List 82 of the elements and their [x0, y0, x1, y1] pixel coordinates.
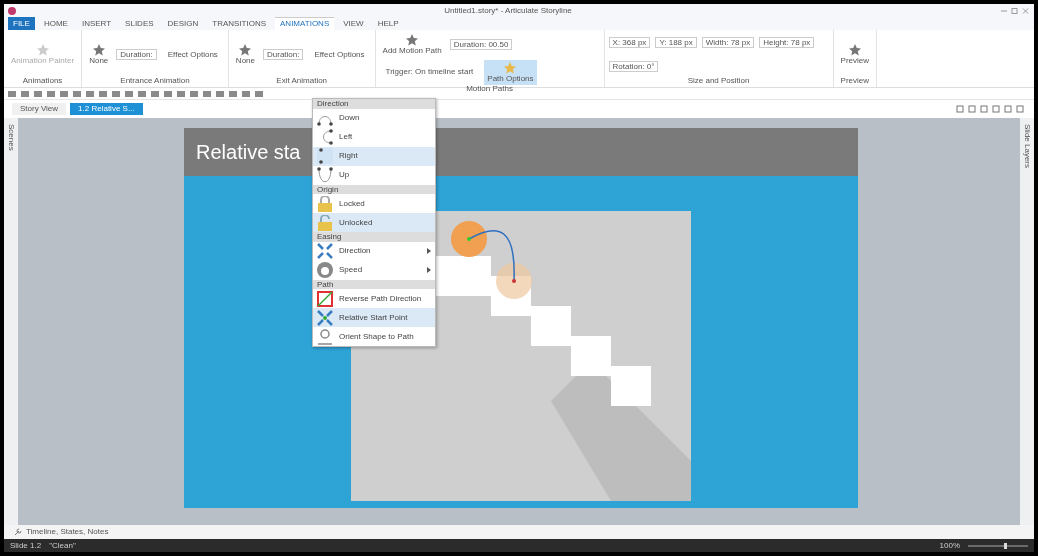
menu-item[interactable]: Down: [313, 108, 435, 128]
zoom-level: 100%: [939, 539, 960, 552]
ribbon-button[interactable]: None: [86, 42, 112, 67]
group-label: Animations: [21, 77, 64, 87]
ribbon-tab[interactable]: FILE: [8, 17, 35, 30]
spin-field[interactable]: Duration:: [263, 48, 304, 61]
app-logo-icon: [8, 6, 16, 15]
ribbon-tab[interactable]: INSERT: [76, 17, 117, 30]
group-label: Size and Position: [686, 77, 751, 87]
formatting-toolbar-icon: [8, 89, 263, 98]
menu-item[interactable]: Speed: [313, 260, 435, 280]
dropdown-button[interactable]: Trigger: On timeline start: [379, 66, 480, 78]
group-label: Preview: [839, 77, 870, 87]
spin-field[interactable]: Height: 78 px: [759, 36, 815, 49]
menu-item[interactable]: Orient Shape to Path: [313, 327, 435, 347]
wrench-icon: [14, 528, 22, 536]
menu-section-header: Path: [313, 279, 435, 290]
orient-shape-icon: [317, 328, 333, 345]
star-icon: [91, 43, 106, 58]
star-icon: [35, 43, 50, 58]
gauge-icon: [317, 262, 333, 279]
menu-item[interactable]: Unlocked: [313, 213, 435, 233]
menu-item[interactable]: Direction: [313, 241, 435, 261]
menu-section-header: Origin: [313, 184, 435, 195]
menu-section-header: Direction: [313, 99, 435, 109]
menu-item[interactable]: Right: [313, 146, 435, 166]
menu-item-label: Relative Start Point: [339, 311, 409, 324]
star-icon: [503, 60, 518, 75]
reverse-path-icon: [317, 290, 333, 307]
zoom-slider-icon: [968, 542, 1028, 549]
ribbon-tab[interactable]: VIEW: [338, 17, 369, 30]
spin-field[interactable]: X: 368 px: [608, 36, 651, 49]
group-label: Exit Animation: [275, 77, 329, 87]
window-title: Untitled1.story* - Articulate Storyline: [443, 4, 573, 17]
menu-item-label: Left: [339, 131, 354, 144]
window-controls-icon: [1000, 7, 1030, 14]
status-theme: "Clean": [49, 539, 76, 552]
ribbon-tab[interactable]: TRANSITIONS: [207, 17, 272, 30]
padlock-icon: [317, 214, 333, 231]
path-dots-icon: [317, 148, 333, 165]
menu-item[interactable]: Reverse Path Direction: [313, 289, 435, 309]
ribbon-button[interactable]: None: [232, 42, 258, 67]
path-dots-icon: [317, 167, 333, 184]
padlock-icon: [317, 195, 333, 212]
dropdown-button[interactable]: Effect Options: [161, 48, 224, 61]
ribbon-tab[interactable]: HOME: [38, 17, 73, 30]
view-toolbar-icon: [956, 105, 1026, 113]
ribbon-tab[interactable]: SLIDES: [120, 17, 159, 30]
four-arrows-icon: [317, 309, 333, 326]
spin-field[interactable]: Width: 78 px: [701, 36, 755, 49]
menu-item[interactable]: Relative Start Point: [313, 308, 435, 328]
timeline-label[interactable]: Timeline, States, Notes: [26, 526, 109, 538]
ribbon-tab[interactable]: ANIMATIONS: [275, 17, 335, 30]
status-slide: Slide 1.2: [10, 539, 42, 552]
menu-item[interactable]: Left: [313, 127, 435, 147]
spin-field[interactable]: Rotation: 0°: [608, 60, 659, 73]
menu-item-label: Direction: [339, 245, 372, 258]
document-tab[interactable]: Story View: [12, 102, 67, 116]
menu-item-label: Orient Shape to Path: [339, 330, 415, 343]
ribbon-tab[interactable]: DESIGN: [162, 17, 204, 30]
ribbon-button[interactable]: Add Motion Path: [379, 32, 445, 57]
spin-field[interactable]: Duration:: [116, 48, 157, 61]
spin-field[interactable]: Duration: 00.50: [449, 38, 513, 51]
menu-item-label: Locked: [339, 197, 366, 210]
menu-item-label: Right: [339, 150, 359, 163]
group-label: Motion Paths: [465, 84, 514, 95]
ribbon-button[interactable]: Preview: [837, 42, 872, 67]
menu-item[interactable]: Locked: [313, 194, 435, 214]
star-icon: [847, 43, 862, 58]
dropdown-button[interactable]: Effect Options: [308, 48, 371, 61]
menu-item-label: Reverse Path Direction: [339, 292, 423, 305]
group-label: Entrance Animation: [119, 77, 191, 87]
star-icon: [405, 33, 420, 47]
menu-item-label: Unlocked: [339, 216, 374, 229]
menu-item-label: Down: [339, 112, 361, 125]
star-icon: [238, 43, 253, 58]
spin-field[interactable]: Y: 188 px: [655, 36, 697, 49]
four-arrows-icon: [317, 243, 333, 260]
menu-item-label: Speed: [339, 264, 364, 277]
ribbon-button[interactable]: Path Options: [484, 59, 537, 85]
menu-section-header: Easing: [313, 232, 435, 242]
ribbon-tab[interactable]: HELP: [372, 17, 404, 30]
